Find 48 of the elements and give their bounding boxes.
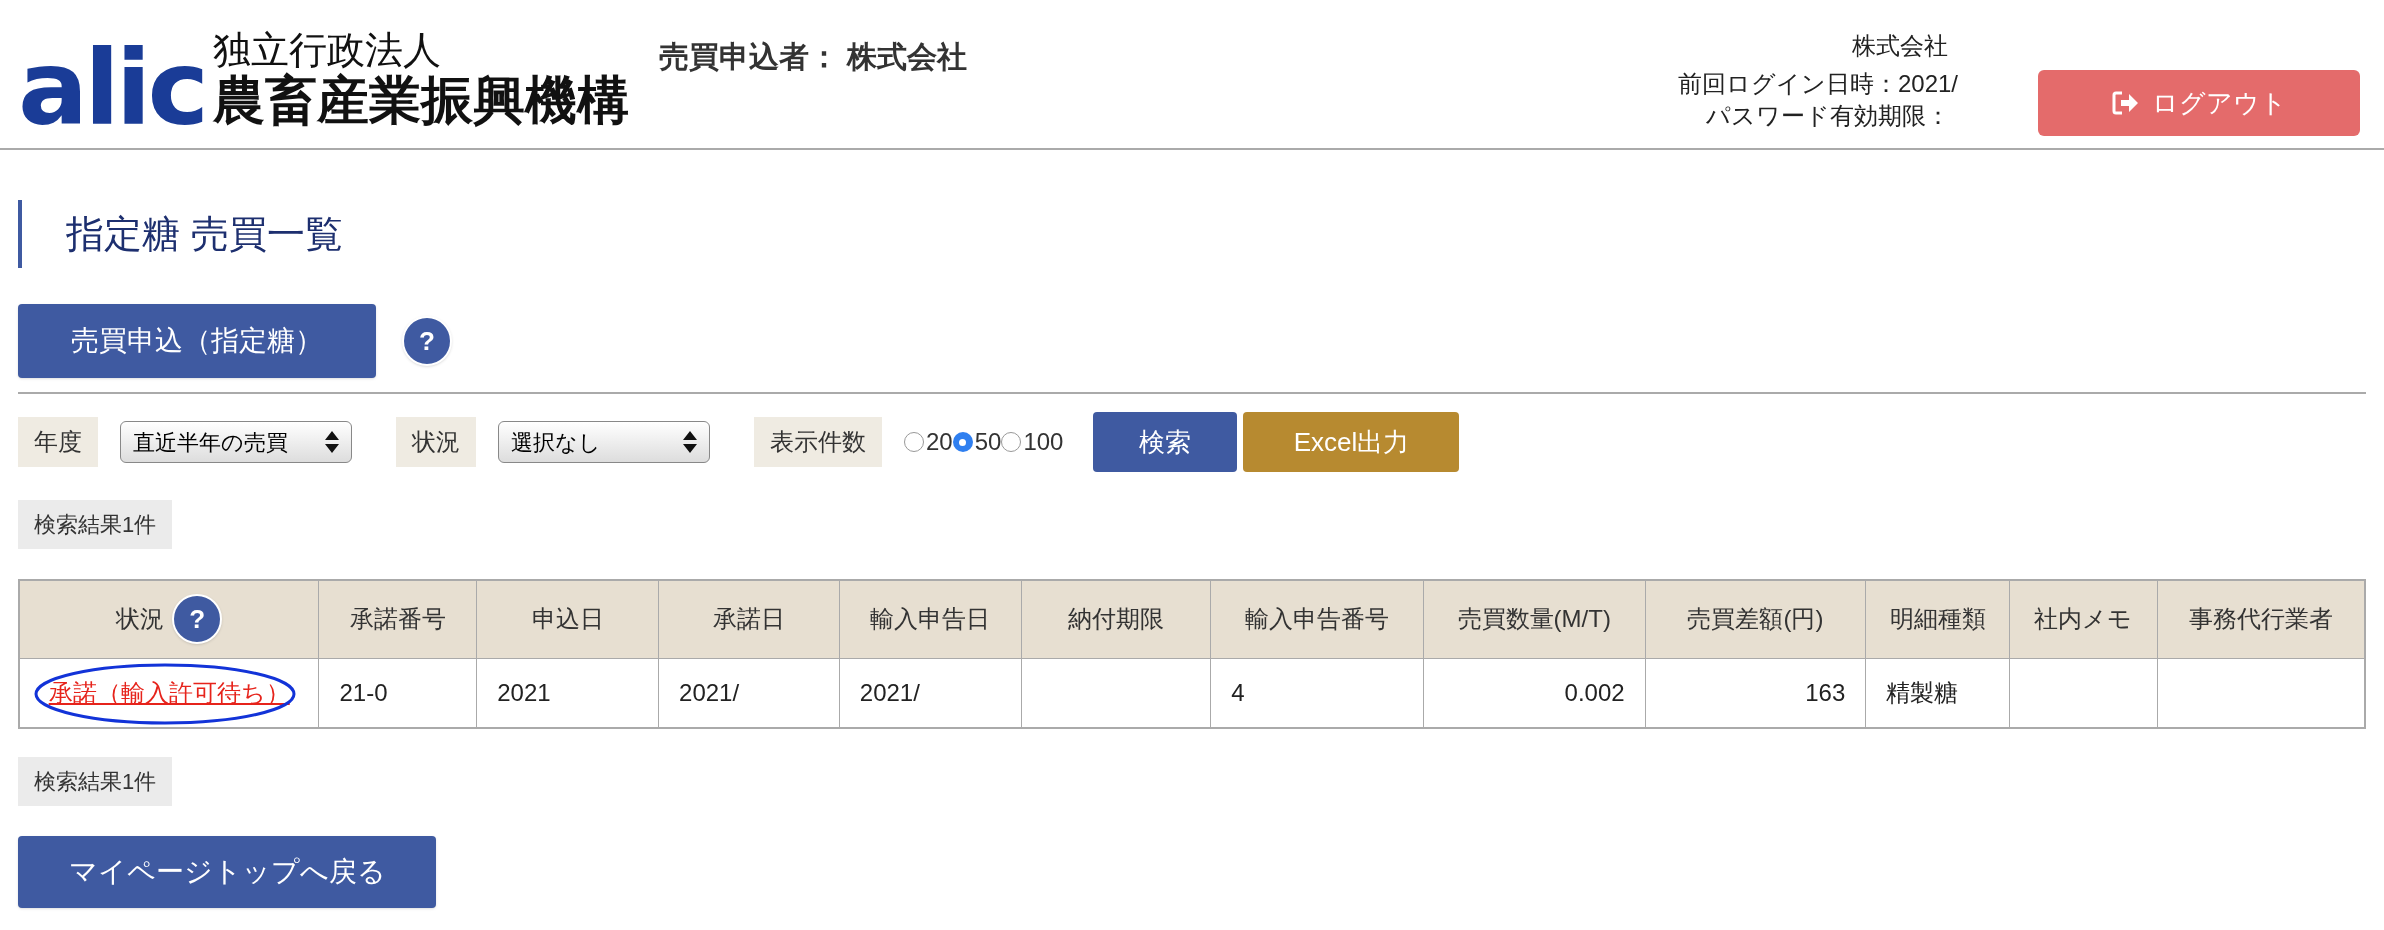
column-header: 輸入申告番号	[1245, 604, 1390, 635]
radio-button[interactable]	[1001, 432, 1022, 452]
column-header: 事務代行業者	[2188, 604, 2333, 635]
back-button[interactable]: マイページトップへ戻る	[18, 836, 436, 908]
table-cell: 2021/	[859, 678, 920, 706]
column-header: 承諾番号	[349, 604, 446, 635]
logo-subtitle: 独立行政法人	[213, 28, 443, 72]
page-title: 指定糖 売買一覧	[66, 211, 343, 257]
radio-label: 50	[974, 427, 1002, 457]
password-expiry: パスワード有効期限：	[1706, 101, 1950, 131]
column-header: 明細種類	[1889, 604, 1986, 635]
search-button[interactable]: 検索	[1093, 412, 1238, 472]
table-cell: 0.002	[1564, 678, 1625, 706]
column-header: 状況	[116, 604, 165, 635]
radio-button[interactable]	[904, 432, 924, 452]
column-header: 申込日	[531, 604, 604, 635]
column-header: 売買数量(M/T)	[1457, 604, 1611, 635]
result-count: 検索結果1件	[18, 500, 173, 549]
table-cell: 163	[1805, 678, 1846, 706]
column-header: 納付期限	[1067, 604, 1164, 635]
applicant-name: 売買申込者： 株式会社	[659, 39, 968, 75]
table-cell: 21-0	[339, 678, 388, 706]
column-header: 輸入申告日	[870, 604, 991, 635]
filter-label: 年度	[18, 417, 98, 467]
table-cell: 精製糖	[1886, 678, 1959, 706]
sign-out-icon	[2111, 91, 2140, 115]
column-header: 売買差額(円)	[1687, 604, 1824, 635]
filter-label: 状況	[396, 417, 476, 467]
column-header: 社内メモ	[2034, 604, 2133, 635]
select-field[interactable]: 直近半年の売買	[120, 421, 352, 463]
table-cell: 2021/	[679, 678, 740, 706]
last-login: 前回ログイン日時：2021/	[1677, 69, 1958, 99]
help-button[interactable]: ?	[172, 594, 223, 645]
radio-button[interactable]	[952, 432, 973, 452]
table-cell: 2021	[497, 678, 551, 706]
table-cell: 4	[1231, 678, 1245, 706]
result-count: 検索結果1件	[18, 757, 173, 806]
column-header: 承諾日	[712, 604, 785, 635]
company-name: 株式会社	[1852, 31, 1948, 61]
radio-label: 20	[926, 427, 953, 457]
select-field[interactable]: 選択なし	[498, 421, 710, 463]
filter-label: 表示件数	[754, 417, 882, 467]
updown-icon	[325, 431, 339, 453]
apply-button[interactable]: 売買申込（指定糖）	[18, 304, 376, 378]
help-button[interactable]: ?	[402, 316, 452, 366]
radio-label: 100	[1023, 427, 1064, 457]
updown-icon	[683, 431, 697, 453]
logo-title: 農畜産業振興機構	[213, 72, 630, 128]
